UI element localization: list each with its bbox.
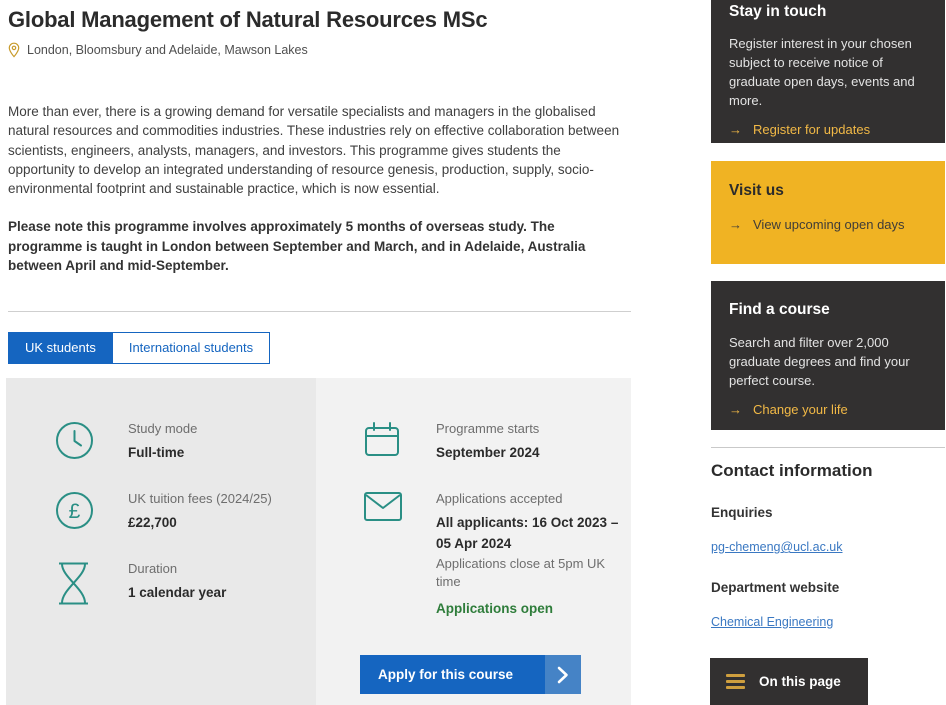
contact-information-title: Contact information xyxy=(711,461,945,481)
applications-item: Applications accepted All applicants: 16… xyxy=(363,490,631,616)
fee-tabs: UK students International students xyxy=(8,332,631,364)
tuition-fees-label: UK tuition fees (2024/25) xyxy=(128,490,314,507)
menu-icon xyxy=(726,674,745,689)
duration-item: Duration 1 calendar year xyxy=(55,560,316,606)
programme-starts-item: Programme starts September 2024 xyxy=(363,420,631,463)
stay-in-touch-box: Stay in touch Register interest in your … xyxy=(711,0,945,143)
study-mode-label: Study mode xyxy=(128,420,314,437)
on-this-page-button[interactable]: On this page xyxy=(710,658,868,705)
applications-dates: All applicants: 16 Oct 2023 – 05 Apr 202… xyxy=(436,512,622,554)
chevron-right-icon xyxy=(545,655,581,694)
department-website-label: Department website xyxy=(711,580,945,595)
calendar-icon xyxy=(363,420,436,463)
main-content: Global Management of Natural Resources M… xyxy=(8,0,631,364)
programme-starts-label: Programme starts xyxy=(436,420,622,437)
location-row: London, Bloomsbury and Adelaide, Mawson … xyxy=(8,42,631,58)
tuition-fees-item: £ UK tuition fees (2024/25) £22,700 xyxy=(55,490,316,533)
tab-uk-students[interactable]: UK students xyxy=(8,332,113,364)
apply-button-label: Apply for this course xyxy=(360,655,545,694)
register-for-updates-link[interactable]: → Register for updates xyxy=(729,122,927,137)
contact-information-section: Contact information Enquiries pg-chemeng… xyxy=(711,448,945,631)
arrow-right-icon: → xyxy=(729,122,742,137)
view-open-days-label: View upcoming open days xyxy=(753,217,905,232)
course-page: Global Management of Natural Resources M… xyxy=(0,0,946,705)
key-info-left-column: Study mode Full-time £ UK tuition fees (… xyxy=(6,378,316,705)
study-mode-value: Full-time xyxy=(128,442,314,463)
arrow-right-icon: → xyxy=(729,217,742,232)
location-pin-icon xyxy=(8,42,20,58)
visit-us-box: Visit us → View upcoming open days xyxy=(711,161,945,264)
on-this-page-label: On this page xyxy=(759,674,841,689)
find-a-course-title: Find a course xyxy=(729,301,927,319)
duration-label: Duration xyxy=(128,560,314,577)
overseas-note-paragraph: Please note this programme involves appr… xyxy=(8,217,631,276)
view-open-days-link[interactable]: → View upcoming open days xyxy=(729,217,927,232)
sidebar: Stay in touch Register interest in your … xyxy=(711,0,945,631)
programme-starts-value: September 2024 xyxy=(436,442,622,463)
pound-icon: £ xyxy=(55,490,128,533)
duration-value: 1 calendar year xyxy=(128,582,314,603)
key-information-panel: Study mode Full-time £ UK tuition fees (… xyxy=(6,378,631,705)
stay-in-touch-text: Register interest in your chosen subject… xyxy=(729,34,927,110)
stay-in-touch-title: Stay in touch xyxy=(729,3,927,21)
find-a-course-box: Find a course Search and filter over 2,0… xyxy=(711,281,945,430)
find-a-course-text: Search and filter over 2,000 graduate de… xyxy=(729,333,927,390)
change-your-life-link[interactable]: → Change your life xyxy=(729,402,927,417)
page-title: Global Management of Natural Resources M… xyxy=(8,0,631,33)
intro-paragraph: More than ever, there is a growing deman… xyxy=(8,102,631,198)
register-for-updates-label: Register for updates xyxy=(753,122,870,137)
applications-close-note: Applications close at 5pm UK time xyxy=(436,555,622,591)
envelope-icon xyxy=(363,490,436,616)
tuition-fees-value: £22,700 xyxy=(128,512,314,533)
study-mode-item: Study mode Full-time xyxy=(55,420,316,463)
svg-text:£: £ xyxy=(69,500,81,523)
enquiries-label: Enquiries xyxy=(711,505,945,520)
hourglass-icon xyxy=(55,560,128,606)
applications-status: Applications open xyxy=(436,601,622,616)
clock-icon xyxy=(55,420,128,463)
applications-label: Applications accepted xyxy=(436,490,622,507)
apply-button[interactable]: Apply for this course xyxy=(360,655,581,694)
change-your-life-label: Change your life xyxy=(753,402,848,417)
arrow-right-icon: → xyxy=(729,402,742,417)
enquiries-email-link[interactable]: pg-chemeng@ucl.ac.uk xyxy=(711,540,843,554)
department-website-link[interactable]: Chemical Engineering xyxy=(711,615,833,629)
content-divider xyxy=(8,311,631,312)
location-text: London, Bloomsbury and Adelaide, Mawson … xyxy=(27,43,308,57)
tab-international-students[interactable]: International students xyxy=(113,332,270,364)
key-info-right-column: Programme starts September 2024 Applicat… xyxy=(316,378,631,705)
visit-us-title: Visit us xyxy=(729,182,927,200)
